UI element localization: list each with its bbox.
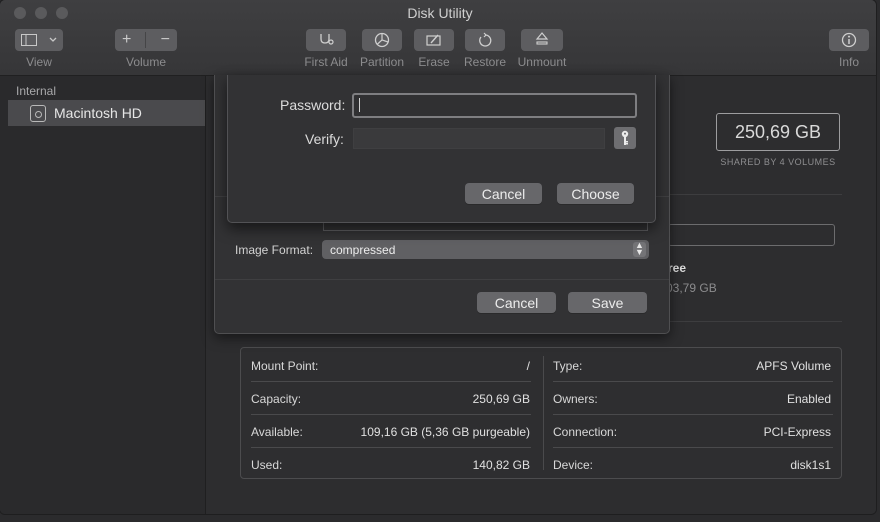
- type-value: APFS Volume: [756, 359, 831, 373]
- toolbar: Disk Utility View + − Volume First Aid P…: [0, 0, 876, 76]
- row-divider: [553, 414, 833, 415]
- view-button[interactable]: [15, 29, 63, 51]
- divider: [660, 194, 842, 195]
- type-label: Type:: [553, 359, 583, 373]
- capacity-value: 250,69 GB: [472, 392, 530, 406]
- cancel-password-button[interactable]: Cancel: [465, 183, 542, 204]
- used-value: 140,82 GB: [472, 458, 530, 472]
- chevron-down-icon: [49, 37, 57, 42]
- password-label: Password:: [280, 97, 346, 113]
- save-button[interactable]: Save: [568, 292, 647, 313]
- remove-volume-button[interactable]: −: [161, 31, 170, 49]
- hard-disk-icon: [30, 104, 46, 122]
- row-divider: [553, 447, 833, 448]
- connection-value: PCI-Express: [763, 425, 831, 439]
- image-format-select[interactable]: compressed ▲ ▼: [322, 240, 649, 259]
- capacity-label: Capacity:: [251, 392, 302, 406]
- segment-divider: [145, 32, 147, 48]
- disk-utility-window: Disk Utility View + − Volume First Aid P…: [0, 0, 876, 514]
- volume-segmented-control[interactable]: + −: [115, 29, 177, 51]
- view-label: View: [26, 55, 52, 69]
- unmount-label: Unmount: [517, 55, 567, 69]
- eraser-icon: [426, 34, 441, 46]
- password-input[interactable]: [352, 93, 637, 118]
- owners-label: Owners:: [553, 392, 598, 406]
- mount-point-value: /: [526, 359, 530, 373]
- window-title: Disk Utility: [407, 5, 473, 21]
- available-value: 109,16 GB (5,36 GB purgeable): [360, 425, 530, 439]
- cancel-button[interactable]: Cancel: [477, 292, 556, 313]
- image-format-label: Image Format:: [235, 243, 314, 257]
- volume-label: Volume: [125, 55, 167, 69]
- sidebar-view-icon: [21, 34, 37, 46]
- up-down-chevron-icon: ▲ ▼: [633, 241, 646, 257]
- usage-bar: [668, 224, 835, 246]
- sidebar: Internal Macintosh HD: [0, 76, 206, 514]
- column-divider: [543, 356, 544, 470]
- partition-label: Partition: [359, 55, 405, 69]
- volume-info-table: Mount Point: / Capacity: 250,69 GB Avail…: [240, 347, 842, 479]
- device-value: disk1s1: [790, 458, 831, 472]
- first-aid-label: First Aid: [304, 55, 348, 69]
- row-divider: [553, 381, 833, 382]
- divider: [215, 279, 669, 280]
- mount-point-label: Mount Point:: [251, 359, 319, 373]
- shared-volumes-caption: SHARED BY 4 VOLUMES: [720, 157, 836, 167]
- volume-size-display: 250,69 GB: [716, 113, 840, 151]
- erase-button[interactable]: [414, 29, 454, 51]
- image-format-value: compressed: [330, 242, 396, 257]
- stethoscope-icon: [320, 34, 334, 45]
- info-icon: [841, 32, 857, 48]
- add-volume-button[interactable]: +: [122, 31, 131, 49]
- restore-button[interactable]: [465, 29, 505, 51]
- row-divider: [251, 381, 531, 382]
- free-space-value: 03,79 GB: [666, 281, 717, 295]
- verify-input[interactable]: [353, 128, 605, 149]
- first-aid-button[interactable]: [306, 29, 346, 51]
- unmount-button[interactable]: [521, 29, 563, 51]
- sidebar-item-macintosh-hd[interactable]: Macintosh HD: [8, 100, 205, 126]
- divider: [660, 321, 842, 322]
- used-label: Used:: [251, 458, 283, 472]
- key-icon: [621, 130, 629, 145]
- restore-arrow-icon: [479, 32, 492, 47]
- sidebar-item-label: Macintosh HD: [54, 105, 142, 121]
- partition-button[interactable]: [362, 29, 402, 51]
- row-divider: [251, 447, 531, 448]
- text-caret: [359, 98, 360, 112]
- free-space-label: ree: [668, 261, 687, 275]
- verify-label: Verify:: [305, 131, 344, 147]
- info-button[interactable]: [829, 29, 869, 51]
- password-assistant-button[interactable]: [614, 127, 636, 149]
- choose-button[interactable]: Choose: [557, 183, 634, 204]
- pie-partition-icon: [374, 32, 390, 48]
- sidebar-section-internal: Internal: [16, 84, 57, 98]
- restore-label: Restore: [463, 55, 507, 69]
- owners-value: Enabled: [786, 392, 831, 406]
- connection-label: Connection:: [553, 425, 618, 439]
- available-label: Available:: [251, 425, 303, 439]
- row-divider: [251, 414, 531, 415]
- info-label: Info: [838, 55, 859, 69]
- device-label: Device:: [553, 458, 594, 472]
- eject-icon: [535, 32, 549, 45]
